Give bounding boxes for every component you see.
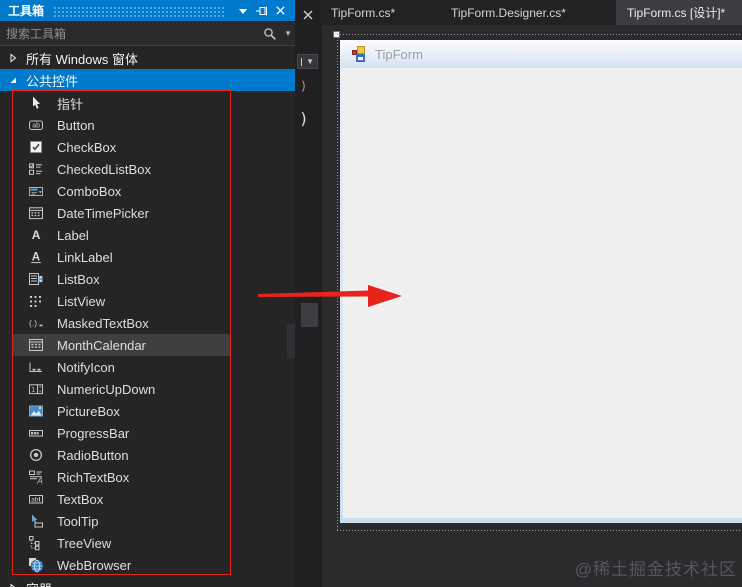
search-button[interactable] bbox=[259, 23, 281, 45]
toolbox-titlebar: 工具箱 bbox=[0, 0, 295, 21]
window-position-button[interactable] bbox=[233, 2, 252, 19]
tab-tipform-cs[interactable]: TipForm.cs* bbox=[322, 0, 438, 25]
toolbox-drag-grip[interactable] bbox=[53, 4, 224, 17]
watermark-text: @稀土掘金技术社区 bbox=[574, 560, 737, 579]
editor-navigation-dropdown[interactable]: ▼ bbox=[297, 54, 318, 69]
group-label: 容器 bbox=[26, 579, 52, 587]
tab-tipform-cs-design[interactable]: TipForm.cs [设计]* bbox=[616, 0, 742, 25]
toolbox-group-common-controls[interactable]: 公共控件 bbox=[0, 69, 295, 91]
search-icon bbox=[263, 27, 277, 41]
toolbox-close-button[interactable] bbox=[271, 2, 290, 19]
toolbox-search-box: ▾ bbox=[0, 22, 295, 46]
group-label: 所有 Windows 窗体 bbox=[26, 51, 138, 67]
toolbox-search-input[interactable] bbox=[0, 26, 259, 41]
dropdown-divider bbox=[301, 57, 302, 66]
toolbox-scrollbar-thumb[interactable] bbox=[287, 324, 295, 358]
chevron-down-icon bbox=[238, 6, 248, 16]
chevron-down-icon: ▼ bbox=[306, 56, 314, 66]
tab-tipform-designer-cs[interactable]: TipForm.Designer.cs* bbox=[438, 0, 616, 25]
form-titlebar[interactable]: TipForm bbox=[340, 40, 742, 68]
document-tab-bar: TipForm.cs* TipForm.Designer.cs* TipForm… bbox=[322, 0, 742, 25]
document-close-button[interactable] bbox=[300, 7, 316, 23]
code-fragment: ) bbox=[300, 79, 308, 93]
vs-ide-window: 工具箱 ▾ 所有 Windows 窗体 公共控件 指针 ab Button Ch… bbox=[0, 0, 742, 587]
close-icon bbox=[302, 9, 314, 21]
tab-label: TipForm.Designer.cs* bbox=[451, 5, 566, 20]
expander-collapsed-icon bbox=[8, 53, 18, 63]
tab-label: TipForm.cs* bbox=[331, 5, 396, 20]
selection-border-bottom bbox=[337, 530, 742, 531]
winforms-form-icon bbox=[352, 46, 368, 62]
search-options-caret[interactable]: ▾ bbox=[281, 23, 295, 45]
expander-collapsed-icon bbox=[8, 583, 18, 587]
toolbox-group-containers[interactable]: 容器 bbox=[0, 577, 295, 587]
annotation-arrow bbox=[258, 285, 402, 307]
group-label: 公共控件 bbox=[26, 73, 79, 89]
toolbox-title: 工具箱 bbox=[8, 4, 45, 18]
toolbox-group-all-windows-forms[interactable]: 所有 Windows 窗体 bbox=[0, 47, 295, 69]
close-icon bbox=[275, 5, 286, 16]
form-title: TipForm bbox=[375, 46, 423, 62]
annotation-rectangle bbox=[12, 90, 231, 575]
expander-expanded-icon bbox=[8, 75, 18, 85]
tab-label: TipForm.cs [设计]* bbox=[627, 6, 726, 20]
auto-hide-pin-button[interactable] bbox=[252, 2, 271, 19]
code-fragment: ) bbox=[299, 109, 309, 128]
pin-icon bbox=[255, 4, 269, 18]
selection-border-top bbox=[337, 34, 742, 35]
